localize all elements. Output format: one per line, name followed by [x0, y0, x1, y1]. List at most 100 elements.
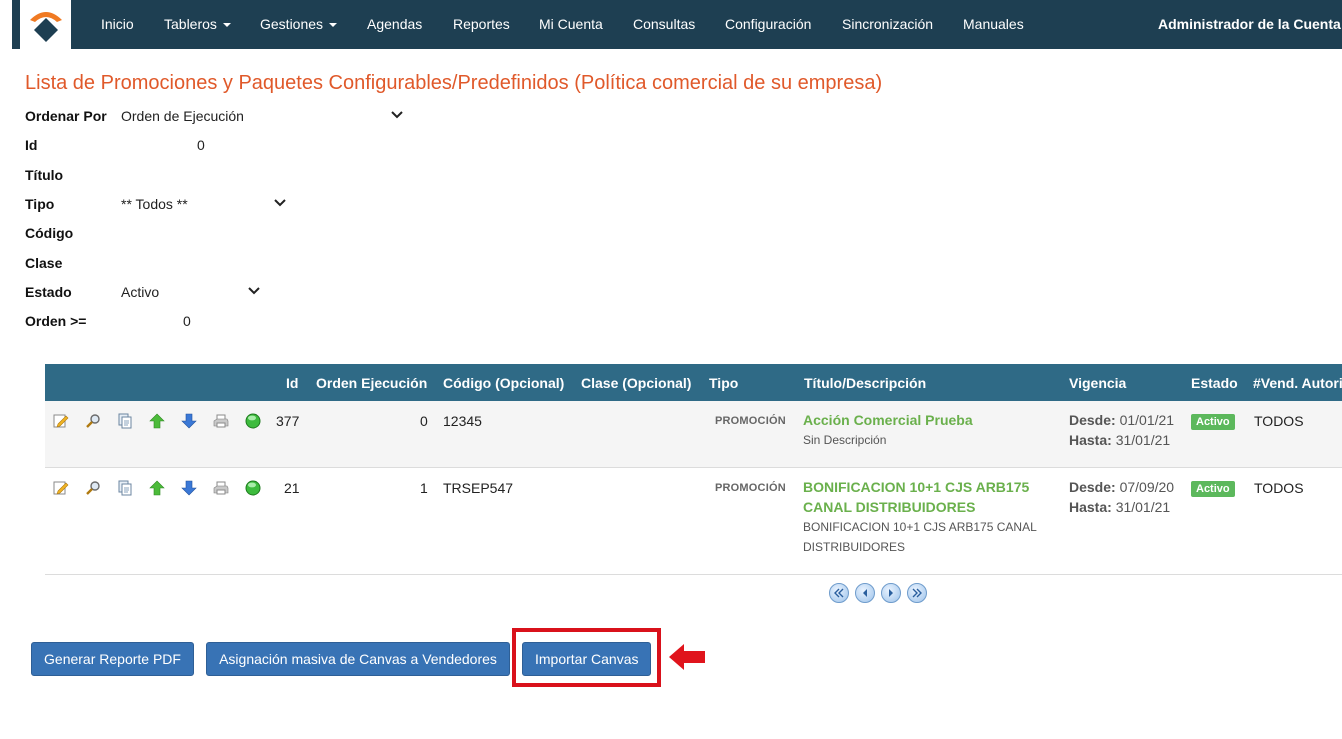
nav-gestiones[interactable]: Gestiones: [260, 16, 338, 32]
chevron-down-icon[interactable]: [391, 111, 403, 119]
col-tipo[interactable]: Tipo: [709, 375, 738, 391]
nav-tableros-label: Tableros: [164, 16, 217, 32]
nav-manuales[interactable]: Manuales: [963, 16, 1024, 32]
row-orden: 0: [420, 413, 428, 429]
col-estado[interactable]: Estado: [1191, 375, 1238, 391]
copy-icon[interactable]: [117, 480, 133, 496]
filter-estado-select[interactable]: Activo: [121, 284, 159, 300]
filter-orden-label: Orden >=: [25, 313, 87, 329]
filter-clase-label: Clase: [25, 255, 63, 271]
red-arrow-icon: [669, 644, 705, 670]
magnifier-icon[interactable]: [85, 413, 101, 429]
table-row: 21 1 TRSEP547 PROMOCIÓN BONIFICACION 10+…: [45, 468, 1342, 575]
row-id: 377: [276, 413, 300, 429]
logo-icon: [30, 12, 62, 42]
arrow-up-icon[interactable]: [149, 480, 165, 496]
row-codigo: TRSEP547: [443, 480, 514, 496]
import-canvas-button[interactable]: Importar Canvas: [522, 642, 651, 676]
edit-icon[interactable]: [53, 480, 69, 496]
filter-tipo-select[interactable]: ** Todos **: [121, 196, 188, 212]
row-actions: [53, 480, 277, 496]
row-vend: TODOS: [1254, 480, 1304, 496]
hasta-label: Hasta:: [1069, 432, 1112, 448]
row-descripcion: BONIFICACION 10+1 CJS ARB175 CANAL DISTR…: [803, 520, 1037, 554]
chevron-down-icon[interactable]: [274, 199, 286, 207]
nav-agendas[interactable]: Agendas: [367, 16, 422, 32]
col-codigo[interactable]: Código (Opcional): [443, 375, 564, 391]
table-row: 377 0 12345 PROMOCIÓN Acción Comercial P…: [45, 401, 1342, 468]
filter-id-input[interactable]: 0: [197, 137, 205, 153]
nav-sincronizacion[interactable]: Sincronización: [842, 16, 933, 32]
desde-value: 01/01/21: [1119, 412, 1175, 428]
nav-tableros[interactable]: Tableros: [164, 16, 231, 32]
row-hasta: Hasta: 31/01/21: [1069, 430, 1170, 450]
row-orden: 1: [420, 480, 428, 496]
mass-assign-canvas-button[interactable]: Asignación masiva de Canvas a Vendedores: [206, 642, 510, 676]
arrow-down-icon[interactable]: [181, 480, 197, 496]
first-page-icon[interactable]: [829, 583, 849, 603]
status-badge: Activo: [1191, 414, 1235, 430]
hasta-value: 31/01/21: [1115, 432, 1171, 448]
row-hasta: Hasta: 31/01/21: [1069, 497, 1170, 517]
filter-ordenar-select[interactable]: Orden de Ejecución: [121, 108, 244, 124]
printer-icon[interactable]: [213, 413, 229, 429]
row-titulo-link[interactable]: BONIFICACION 10+1 CJS ARB175 CANAL DISTR…: [803, 477, 1043, 517]
desde-label: Desde:: [1069, 412, 1116, 428]
status-green-icon[interactable]: [245, 480, 261, 496]
app-logo[interactable]: [20, 0, 71, 49]
table-header: Id Orden Ejecución Código (Opcional) Cla…: [45, 364, 1342, 401]
next-page-icon[interactable]: [881, 583, 901, 603]
row-actions: [53, 413, 277, 429]
desde-value: 07/09/20: [1119, 479, 1175, 495]
hasta-label: Hasta:: [1069, 499, 1112, 515]
row-desde: Desde: 07/09/20: [1069, 477, 1174, 497]
caret-down-icon: [222, 23, 231, 28]
prev-page-icon[interactable]: [855, 583, 875, 603]
filter-orden-input[interactable]: 0: [183, 313, 191, 329]
caret-down-icon: [329, 23, 338, 28]
row-codigo: 12345: [443, 413, 482, 429]
copy-icon[interactable]: [117, 413, 133, 429]
row-tipo: PROMOCIÓN: [715, 482, 786, 494]
nav-mi-cuenta[interactable]: Mi Cuenta: [539, 16, 603, 32]
status-green-icon[interactable]: [245, 413, 261, 429]
printer-icon[interactable]: [213, 480, 229, 496]
row-titulo-link[interactable]: Acción Comercial Prueba: [803, 410, 1043, 430]
row-desde: Desde: 01/01/21: [1069, 410, 1174, 430]
magnifier-icon[interactable]: [85, 480, 101, 496]
col-vend[interactable]: #Vend. Autori: [1253, 375, 1342, 391]
nav-inicio[interactable]: Inicio: [101, 16, 134, 32]
filter-codigo-label: Código: [25, 225, 74, 241]
arrow-down-icon[interactable]: [181, 413, 197, 429]
row-descripcion: Sin Descripción: [803, 433, 887, 447]
col-vigencia[interactable]: Vigencia: [1069, 375, 1126, 391]
row-id: 21: [284, 480, 300, 496]
row-vend: TODOS: [1254, 413, 1304, 429]
col-orden[interactable]: Orden Ejecución: [316, 375, 427, 391]
nav-configuracion[interactable]: Configuración: [725, 16, 811, 32]
filter-id-label: Id: [25, 137, 38, 153]
arrow-up-icon[interactable]: [149, 413, 165, 429]
page-title: Lista de Promociones y Paquetes Configur…: [25, 72, 883, 94]
filter-tipo-label: Tipo: [25, 196, 55, 212]
status-badge: Activo: [1191, 481, 1235, 497]
edit-icon[interactable]: [53, 413, 69, 429]
chevron-down-icon[interactable]: [248, 287, 260, 295]
col-titulo[interactable]: Título/Descripción: [804, 375, 926, 391]
nav-gestiones-label: Gestiones: [260, 16, 324, 32]
last-page-icon[interactable]: [907, 583, 927, 603]
row-tipo: PROMOCIÓN: [715, 415, 786, 427]
desde-label: Desde:: [1069, 479, 1116, 495]
pagination: [829, 583, 933, 603]
filter-ordenar-label: Ordenar Por: [25, 108, 107, 124]
top-navbar: Inicio Tableros Gestiones Agendas Report…: [12, 0, 1342, 49]
col-clase[interactable]: Clase (Opcional): [581, 375, 691, 391]
generate-pdf-button[interactable]: Generar Reporte PDF: [31, 642, 194, 676]
col-id[interactable]: Id: [286, 375, 298, 391]
filter-estado-label: Estado: [25, 284, 72, 300]
account-menu[interactable]: Administrador de la Cuenta: [1158, 16, 1341, 32]
nav-reportes[interactable]: Reportes: [453, 16, 510, 32]
hasta-value: 31/01/21: [1115, 499, 1171, 515]
filter-titulo-label: Título: [25, 167, 64, 183]
nav-consultas[interactable]: Consultas: [633, 16, 695, 32]
